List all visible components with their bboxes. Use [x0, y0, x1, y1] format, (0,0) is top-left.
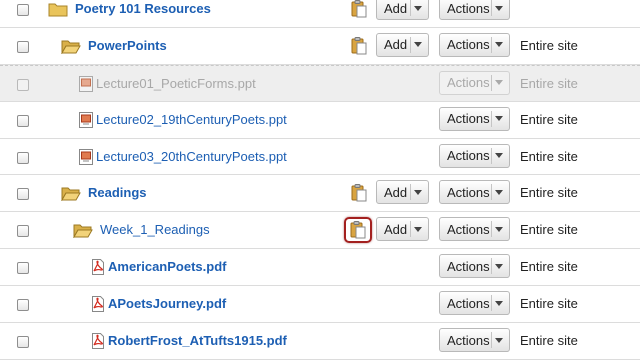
file-link[interactable]: RobertFrost_AtTufts1915.pdf	[108, 333, 287, 348]
actions-button-label: Actions	[447, 111, 490, 127]
chevron-down-icon	[491, 295, 506, 312]
chevron-down-icon	[491, 258, 506, 275]
add-button[interactable]: Add	[376, 0, 429, 20]
file-link: Lecture01_PoeticForms.ppt	[96, 75, 256, 91]
actions-button[interactable]: Actions	[439, 106, 510, 131]
pdf-file-icon	[92, 259, 104, 276]
folder-icon	[48, 3, 68, 17]
actions-button[interactable]: Actions	[439, 0, 510, 20]
add-button[interactable]: Add	[376, 32, 429, 57]
chevron-down-icon	[410, 0, 425, 16]
pdf-file-icon	[92, 296, 104, 313]
paste-icon[interactable]	[349, 0, 369, 19]
row-checkbox[interactable]	[17, 151, 29, 164]
chevron-down-icon	[491, 147, 506, 164]
chevron-down-icon	[491, 0, 506, 16]
paste-icon[interactable]	[349, 36, 369, 56]
file-link[interactable]: AmericanPoets.pdf	[108, 259, 226, 274]
add-button[interactable]: Add	[376, 180, 429, 205]
paste-icon[interactable]	[348, 220, 368, 240]
chevron-down-icon	[410, 184, 425, 201]
row-checkbox[interactable]	[17, 188, 29, 201]
table-row: RobertFrost_AtTufts1915.pdf Actions Enti…	[0, 323, 640, 360]
paste-icon[interactable]	[349, 183, 369, 203]
actions-button-label: Actions	[447, 332, 490, 348]
actions-button-label: Actions	[447, 75, 490, 91]
row-checkbox	[17, 78, 29, 91]
ppt-file-icon	[79, 75, 93, 92]
folder-open-icon	[61, 187, 81, 202]
folder-link[interactable]: Week_1_Readings	[100, 222, 210, 237]
table-row: Lecture02_19thCenturyPoets.ppt Actions E…	[0, 102, 640, 139]
access-label: Entire site	[520, 222, 578, 238]
folder-open-icon	[61, 40, 81, 54]
paste-here-highlight[interactable]	[344, 217, 372, 244]
chevron-down-icon	[491, 184, 506, 201]
actions-button-label: Actions	[447, 221, 490, 237]
access-label: Entire site	[520, 185, 578, 201]
chevron-down-icon	[491, 332, 506, 349]
table-row: Poetry 101 Resources Add Actions	[0, 0, 640, 28]
actions-button[interactable]: Actions	[439, 32, 510, 57]
access-label: Entire site	[520, 111, 578, 127]
actions-button[interactable]: Actions	[439, 180, 510, 205]
chevron-down-icon	[491, 221, 506, 238]
folder-open-icon	[73, 224, 93, 239]
chevron-down-icon	[410, 221, 425, 238]
access-label: Entire site	[520, 37, 578, 53]
table-row: Readings Add Actions Entire site	[0, 175, 640, 213]
actions-button-label: Actions	[447, 258, 490, 274]
pdf-file-icon	[92, 333, 104, 350]
resources-table: Poetry 101 Resources Add Actions PowerPo…	[0, 0, 640, 360]
actions-button[interactable]: Actions	[439, 143, 510, 168]
chevron-down-icon	[491, 110, 506, 127]
add-button-label: Add	[384, 221, 408, 237]
actions-button-label: Actions	[447, 184, 490, 200]
table-row: AmericanPoets.pdf Actions Entire site	[0, 249, 640, 287]
row-checkbox[interactable]	[17, 262, 29, 275]
table-row: Week_1_Readings Add Actions Entire site	[0, 212, 640, 250]
access-label: Entire site	[520, 148, 578, 164]
actions-button-label: Actions	[447, 148, 490, 164]
row-checkbox[interactable]	[17, 299, 29, 312]
actions-button-label: Actions	[447, 295, 490, 311]
table-row: Lecture03_20thCenturyPoets.ppt Actions E…	[0, 139, 640, 176]
file-link[interactable]: Lecture03_20thCenturyPoets.ppt	[96, 149, 287, 164]
file-link[interactable]: APoetsJourney.pdf	[108, 296, 226, 311]
access-label: Entire site	[520, 333, 578, 349]
table-row: PowerPoints Add Actions Entire site	[0, 28, 640, 65]
add-button-label: Add	[384, 184, 408, 200]
chevron-down-icon	[491, 36, 506, 53]
chevron-down-icon	[491, 74, 506, 91]
folder-link[interactable]: PowerPoints	[88, 38, 167, 53]
ppt-file-icon	[79, 148, 93, 165]
actions-button: Actions	[439, 70, 510, 95]
chevron-down-icon	[410, 36, 425, 53]
row-checkbox[interactable]	[17, 4, 29, 16]
actions-button[interactable]: Actions	[439, 254, 510, 279]
table-row: APoetsJourney.pdf Actions Entire site	[0, 286, 640, 324]
access-label: Entire site	[520, 296, 578, 312]
actions-button[interactable]: Actions	[439, 217, 510, 242]
actions-button-label: Actions	[447, 37, 490, 53]
actions-button[interactable]: Actions	[439, 328, 510, 353]
actions-button[interactable]: Actions	[439, 291, 510, 316]
add-button-label: Add	[384, 37, 408, 53]
access-label: Entire site	[520, 259, 578, 275]
row-checkbox[interactable]	[17, 336, 29, 349]
add-button[interactable]: Add	[376, 217, 429, 242]
row-checkbox[interactable]	[17, 225, 29, 238]
add-button-label: Add	[384, 0, 408, 16]
file-link[interactable]: Lecture02_19thCenturyPoets.ppt	[96, 112, 287, 127]
row-checkbox[interactable]	[17, 114, 29, 127]
table-row: Lecture01_PoeticForms.ppt Actions Entire…	[0, 64, 640, 102]
ppt-file-icon	[79, 111, 93, 128]
access-label: Entire site	[520, 75, 578, 91]
folder-link[interactable]: Readings	[88, 185, 147, 200]
folder-link[interactable]: Poetry 101 Resources	[75, 1, 211, 16]
actions-button-label: Actions	[447, 0, 490, 16]
row-checkbox[interactable]	[17, 40, 29, 53]
